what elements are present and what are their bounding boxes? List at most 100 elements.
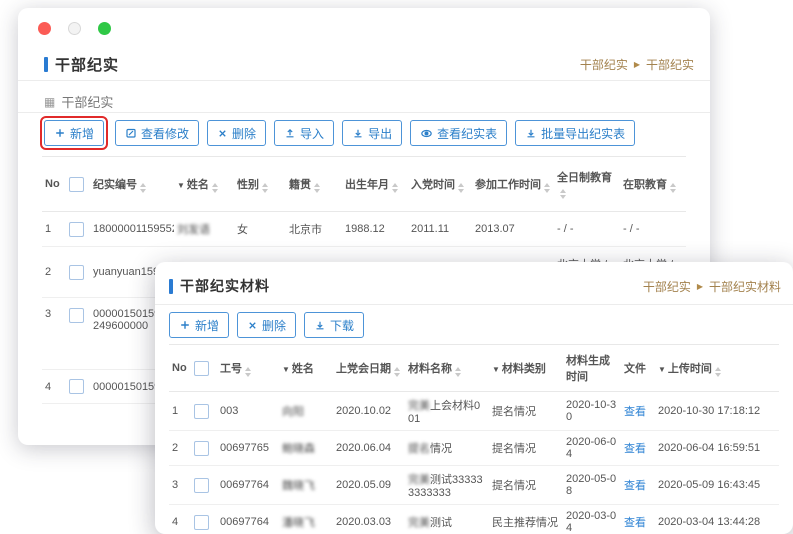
sort-icon [715,367,721,377]
import-button[interactable]: 导入 [274,120,334,146]
row-checkbox[interactable] [69,308,84,323]
plus-icon [179,319,191,331]
cell-onjob: - / - [620,212,686,247]
traffic-light-red-icon[interactable] [38,22,51,35]
materials-toolbar: 新增 删除 下载 [169,312,364,338]
breadcrumb-current[interactable]: 干部纪实 [646,56,694,73]
cell-no: 3 [42,298,66,370]
delete-button[interactable]: 删除 [237,312,296,338]
row-checkbox[interactable] [69,222,84,237]
filter-funnel-icon[interactable]: ▼ [177,181,185,190]
filter-funnel-icon[interactable]: ▼ [658,365,666,374]
batch-export-button[interactable]: 批量导出纪实表 [515,120,635,146]
col-header-name[interactable]: ▼姓名 [279,345,333,392]
delete-button[interactable]: 删除 [207,120,266,146]
col-header-work-start[interactable]: 参加工作时间 [472,157,554,212]
cell-generated-time: 2020-10-30 [563,392,621,431]
cell-fulltime: - / - [554,212,620,247]
view-record-sheet-label: 查看纪实表 [437,125,497,142]
view-file-link[interactable]: 查看 [624,480,646,492]
col-header-generated-time[interactable]: 材料生成时间 [563,345,621,392]
cell-file: 查看 [621,466,655,505]
cell-select [66,370,90,404]
view-record-sheet-button[interactable]: 查看纪实表 [410,120,507,146]
breadcrumb-arrow-icon: ▶ [697,282,703,291]
filter-funnel-icon[interactable]: ▼ [492,365,500,374]
close-icon [217,128,228,139]
col-header-material-name[interactable]: 材料名称 [405,345,489,392]
traffic-light-yellow-icon[interactable] [68,22,81,35]
cell-select [191,392,217,431]
col-header-record-id[interactable]: 纪实编号 [90,157,174,212]
select-all-checkbox[interactable] [69,177,84,192]
sort-icon [458,183,464,193]
add-button[interactable]: 新增 [44,120,104,146]
cell-material-name: 完美测试333333333333 [405,466,489,505]
page-title: 干部纪实 [55,54,119,75]
add-button-highlight: 新增 [44,120,104,146]
col-header-employee-id[interactable]: 工号 [217,345,279,392]
export-button[interactable]: 导出 [342,120,402,146]
row-checkbox[interactable] [69,265,84,280]
view-file-link[interactable]: 查看 [624,517,646,529]
close-icon [247,320,258,331]
row-checkbox[interactable] [194,404,209,419]
sort-icon [670,183,676,193]
cell-select [66,247,90,298]
col-header-sex[interactable]: 性别 [234,157,286,212]
row-checkbox[interactable] [69,379,84,394]
col-header-material-category[interactable]: ▼材料类别 [489,345,563,392]
col-header-select-all[interactable] [66,157,90,212]
col-header-fulltime-edu[interactable]: 全日制教育 [554,157,620,212]
filter-funnel-icon[interactable]: ▼ [282,365,290,374]
col-header-name[interactable]: ▼姓名 [174,157,234,212]
cell-meeting-date: 2020.06.04 [333,431,405,466]
edit-button[interactable]: 查看修改 [115,120,199,146]
col-header-select-all[interactable] [191,345,217,392]
breadcrumb-current[interactable]: 干部纪实材料 [709,278,781,295]
download-button-label: 下载 [330,317,354,334]
cell-no: 1 [169,392,191,431]
sort-icon [245,367,251,377]
cell-no: 4 [42,370,66,404]
cell-no: 4 [169,505,191,534]
traffic-light-green-icon[interactable] [98,22,111,35]
cell-name: 鲍晓森 [279,431,333,466]
breadcrumb-parent[interactable]: 干部纪实 [580,56,628,73]
table-row: 4 00697764 潘晓飞 2020.03.03 完美测试 民主推荐情况 20… [169,505,779,534]
view-file-link[interactable]: 查看 [624,406,646,418]
col-header-upload-time[interactable]: ▼上传时间 [655,345,779,392]
view-file-link[interactable]: 查看 [624,443,646,455]
breadcrumb-parent[interactable]: 干部纪实 [643,278,691,295]
cell-no: 3 [169,466,191,505]
upload-icon [284,127,296,139]
cell-record-id: 1800000115955200000 [90,212,174,247]
cell-sex: 女 [234,212,286,247]
cell-place: 北京市 [286,212,342,247]
window-controls [38,22,111,35]
download-icon [352,127,364,139]
col-header-onjob-edu[interactable]: 在职教育 [620,157,686,212]
cell-meeting-date: 2020.03.03 [333,505,405,534]
cadre-materials-window: 干部纪实材料 干部纪实 ▶ 干部纪实材料 新增 删除 下载 No [155,262,793,534]
batch-export-label: 批量导出纪实表 [541,125,625,142]
table-row: 3 00697764 魏晓飞 2020.05.09 完美测试3333333333… [169,466,779,505]
cell-employee-id: 003 [217,392,279,431]
col-header-place[interactable]: 籍贯 [286,157,342,212]
cell-birth: 1988.12 [342,212,408,247]
col-header-birth[interactable]: 出生年月 [342,157,408,212]
sort-icon [544,183,550,193]
col-header-meeting-date[interactable]: 上党会日期 [333,345,405,392]
cell-employee-id: 00697764 [217,505,279,534]
row-checkbox[interactable] [194,441,209,456]
breadcrumb: 干部纪实 ▶ 干部纪实材料 [643,278,781,295]
title-accent-bar [169,279,173,294]
row-checkbox[interactable] [194,478,209,493]
download-button[interactable]: 下载 [304,312,364,338]
col-header-join-party[interactable]: 入党时间 [408,157,472,212]
add-button[interactable]: 新增 [169,312,229,338]
row-checkbox[interactable] [194,515,209,530]
sort-icon [455,367,461,377]
cell-material-category: 提名情况 [489,392,563,431]
select-all-checkbox[interactable] [194,361,209,376]
